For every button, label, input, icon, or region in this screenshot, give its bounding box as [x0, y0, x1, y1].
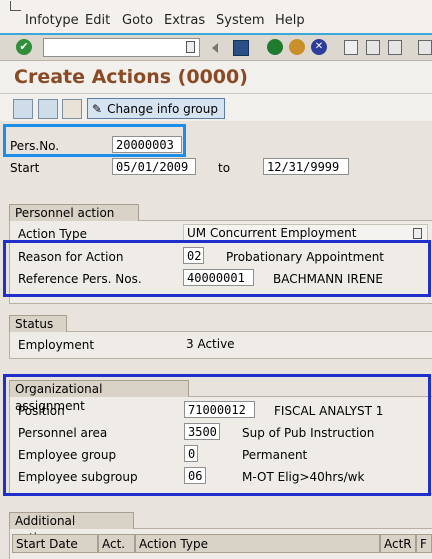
- end-date-field[interactable]: 12/31/9999: [263, 158, 349, 175]
- employment-label: Employment: [18, 338, 95, 352]
- document-icon[interactable]: [38, 99, 58, 119]
- status-tab: Status: [9, 315, 67, 332]
- back-arrow-icon[interactable]: [212, 43, 218, 53]
- menu-infotype[interactable]: Infotype: [25, 13, 79, 28]
- start-date-field[interactable]: 05/01/2009: [112, 158, 196, 175]
- find-icon[interactable]: [366, 40, 380, 55]
- org-assignment-highlight: [3, 374, 431, 496]
- exit-icon[interactable]: [289, 39, 305, 55]
- start-label: Start: [10, 161, 40, 175]
- first-page-icon[interactable]: [418, 40, 432, 55]
- standard-toolbar: ✔ ✕: [0, 35, 432, 61]
- column-actr[interactable]: ActR: [380, 534, 416, 553]
- pers-no-highlight: [3, 124, 186, 157]
- find-next-icon[interactable]: [388, 40, 402, 55]
- dropdown-icon[interactable]: [413, 228, 422, 239]
- employment-value: 3 Active: [186, 337, 235, 351]
- menu-goto[interactable]: Goto: [122, 13, 153, 28]
- menu-bar: Infotype Edit Goto Extras System Help: [0, 0, 432, 35]
- column-act[interactable]: Act.: [98, 534, 135, 553]
- menu-system[interactable]: System: [216, 13, 264, 28]
- menu-corner-icon[interactable]: [10, 1, 21, 11]
- change-info-group-button[interactable]: ✎ Change info group: [87, 98, 225, 119]
- reason-highlight: [3, 240, 431, 297]
- menu-extras[interactable]: Extras: [164, 13, 205, 28]
- menu-help[interactable]: Help: [275, 13, 305, 28]
- pencil-icon: ✎: [92, 101, 103, 116]
- column-start-date[interactable]: Start Date: [12, 534, 98, 553]
- additional-actions-tab: Additional actions: [9, 512, 134, 545]
- print-icon[interactable]: [344, 40, 358, 55]
- command-field[interactable]: [43, 38, 200, 57]
- to-label: to: [218, 161, 231, 175]
- person-icon[interactable]: [62, 99, 82, 119]
- column-f[interactable]: F: [416, 534, 432, 553]
- save-icon[interactable]: [233, 40, 249, 56]
- back-icon[interactable]: [267, 39, 283, 55]
- action-type-label: Action Type: [18, 227, 87, 241]
- action-type-value: UM Concurrent Employment: [187, 226, 357, 240]
- page-title: Create Actions (0000): [14, 66, 248, 88]
- cancel-icon[interactable]: ✕: [311, 39, 327, 55]
- column-action-type[interactable]: Action Type: [135, 534, 380, 553]
- overview-icon[interactable]: [13, 99, 33, 119]
- command-history-icon[interactable]: [186, 41, 195, 53]
- menu-edit[interactable]: Edit: [85, 13, 110, 28]
- personnel-action-tab: Personnel action: [9, 204, 139, 221]
- change-info-group-label: Change info group: [107, 101, 218, 116]
- enter-icon[interactable]: ✔: [16, 39, 32, 55]
